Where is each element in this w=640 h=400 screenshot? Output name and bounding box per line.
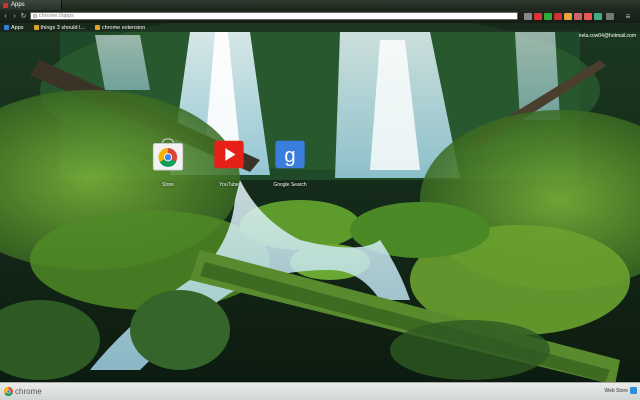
- app-google-search[interactable]: g Google Search: [272, 138, 308, 188]
- chrome-wordmark: chrome: [15, 387, 42, 396]
- page-info-icon: [33, 14, 37, 18]
- reload-icon[interactable]: ↻: [20, 13, 27, 20]
- address-bar[interactable]: [30, 12, 518, 20]
- app-label: YouTube: [219, 182, 239, 188]
- waterfall-background: [0, 0, 640, 400]
- extension-icon[interactable]: [554, 13, 562, 20]
- app-youtube[interactable]: YouTube: [211, 138, 247, 188]
- menu-icon[interactable]: ≡: [624, 13, 632, 21]
- folder-icon: [94, 25, 100, 30]
- app-label: Store: [162, 182, 174, 188]
- extension-icon[interactable]: [606, 13, 614, 20]
- chrome-web-store-icon: [152, 138, 184, 171]
- svg-text:g: g: [284, 145, 295, 167]
- browser-toolbar: ‹ › ↻ ≡: [0, 10, 640, 23]
- extension-icon[interactable]: [534, 13, 542, 20]
- apps-grid: Store YouTube g Google Search: [150, 138, 320, 193]
- youtube-icon: [214, 140, 244, 169]
- ntp-footer: chrome Web Store: [0, 382, 640, 400]
- web-store-link[interactable]: Web Store: [604, 388, 628, 394]
- user-email[interactable]: nela.cow04@hotmail.com: [579, 33, 636, 39]
- bookmark-label: Apps: [11, 24, 24, 31]
- chrome-logo-icon: [4, 387, 13, 396]
- bookmark-folder[interactable]: things 3 should l...: [33, 24, 85, 31]
- forward-arrow-icon[interactable]: ›: [11, 13, 18, 20]
- folder-icon: [33, 25, 39, 30]
- bookmark-star-icon[interactable]: [524, 13, 532, 20]
- bookmark-label: things 3 should l...: [40, 24, 85, 31]
- bookmark-folder[interactable]: chrome extension: [94, 24, 146, 31]
- extension-icon[interactable]: [584, 13, 592, 20]
- tab-apps[interactable]: Apps: [0, 0, 62, 10]
- bookmark-apps[interactable]: Apps: [4, 25, 24, 31]
- extension-icon[interactable]: [574, 13, 582, 20]
- extension-icon[interactable]: [544, 13, 552, 20]
- bookmark-label: chrome extension: [101, 24, 146, 31]
- apps-grid-icon: [4, 25, 9, 30]
- extension-icon[interactable]: [594, 13, 602, 20]
- apps-tab-icon: [3, 2, 8, 8]
- google-search-icon: g: [275, 140, 305, 169]
- tab-strip: Apps: [0, 0, 640, 10]
- back-arrow-icon[interactable]: ‹: [2, 13, 9, 20]
- web-store-icon[interactable]: [630, 387, 637, 394]
- app-store[interactable]: Store: [150, 138, 186, 188]
- url-input[interactable]: [39, 12, 499, 20]
- app-label: Google Search: [273, 182, 307, 188]
- tab-title: Apps: [11, 2, 25, 8]
- extension-icon[interactable]: [564, 13, 572, 20]
- bookmarks-bar: Apps things 3 should l... chrome extensi…: [0, 23, 640, 32]
